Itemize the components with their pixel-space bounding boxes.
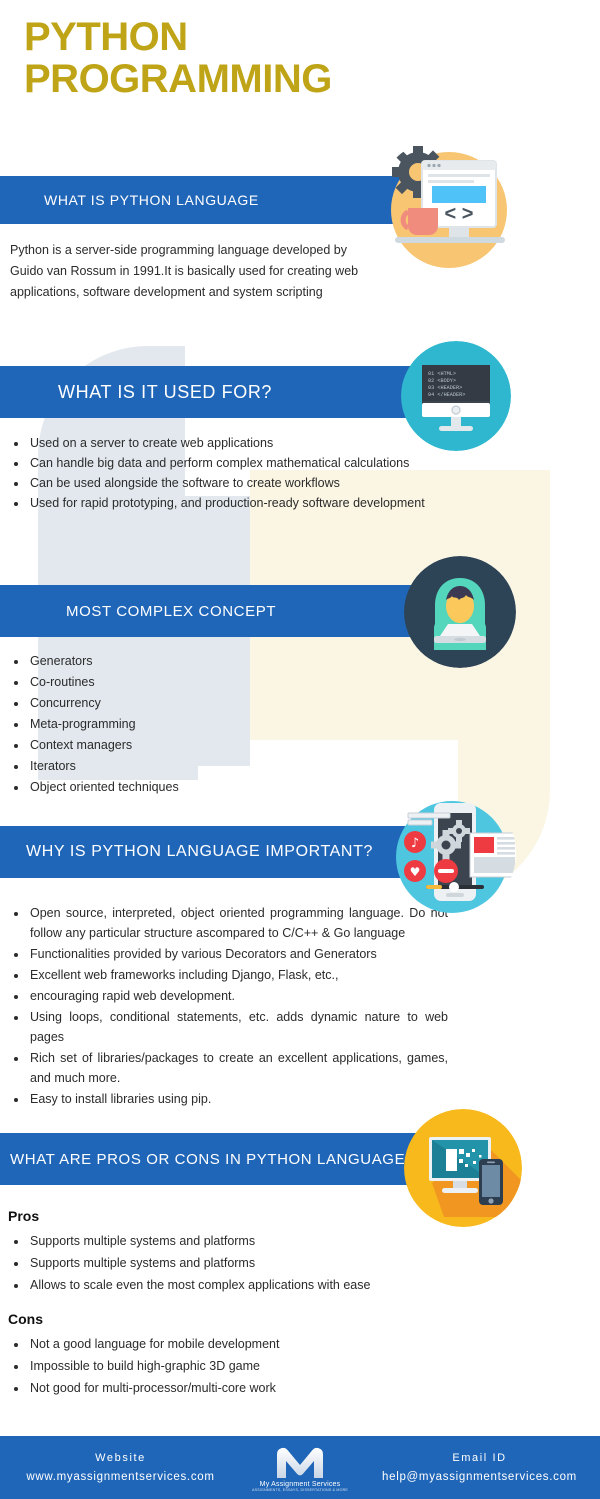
banner-label: WHAT IS IT USED FOR? xyxy=(58,381,273,402)
list-item: Excellent web frameworks including Djang… xyxy=(28,965,448,985)
list-item: Can be used alongside the software to cr… xyxy=(28,474,428,493)
pros-heading: Pros xyxy=(8,1208,40,1224)
list-item: Not good for multi-processor/multi-core … xyxy=(28,1378,498,1399)
list-item: Generators xyxy=(28,652,388,672)
section-banner-pros-or-cons: WHAT ARE PROS OR CONS IN PYTHON LANGUAGE xyxy=(0,1133,470,1185)
svg-text:♪: ♪ xyxy=(411,836,419,851)
page-title-line-1: PYTHON xyxy=(24,15,188,59)
list-item: Meta-programming xyxy=(28,715,388,735)
section-banner-most-complex-concept: MOST COMPLEX CONCEPT xyxy=(0,585,462,637)
svg-text:02 <BODY>: 02 <BODY> xyxy=(428,378,456,384)
bullet-list-what-is-it-used-for: Used on a server to create web applicati… xyxy=(0,434,428,514)
list-item: Not a good language for mobile developme… xyxy=(28,1334,498,1355)
brand-logo-name: My Assignment Services xyxy=(259,1480,341,1488)
banner-label: WHAT ARE PROS OR CONS IN PYTHON LANGUAGE xyxy=(10,1150,406,1168)
list-item: Supports multiple systems and platforms xyxy=(28,1231,498,1252)
bullet-list-why-is-python-language-important: Open source, interpreted, object oriente… xyxy=(0,903,448,1110)
page-title: PYTHON PROGRAMMING xyxy=(24,16,332,100)
list-item: Can handle big data and perform complex … xyxy=(28,454,428,473)
footer-website-value[interactable]: www.myassignmentservices.com xyxy=(0,1468,241,1487)
infographic-page: PYTHON PROGRAMMING WHAT IS PYTHON LANGUA… xyxy=(0,0,600,1499)
m-monogram-icon xyxy=(276,1447,324,1478)
list-item: Used for rapid prototyping, and producti… xyxy=(28,494,428,513)
list-item: Allows to scale even the most complex ap… xyxy=(28,1275,498,1296)
list-item: Easy to install libraries using pip. xyxy=(28,1089,448,1109)
list-item: encouraging rapid web development. xyxy=(28,986,448,1006)
desktop-html-code-icon: 01 <HTML> 02 <BODY> 03 <HEADER> 04 </HEA… xyxy=(401,341,511,451)
brand-logo: My Assignment Services ASSIGNMENTS, ESSA… xyxy=(241,1444,359,1492)
list-item: Functionalities provided by various Deco… xyxy=(28,944,448,964)
list-item: Used on a server to create web applicati… xyxy=(28,434,428,453)
mobile-app-media-icon: ♪ ♥ xyxy=(388,789,516,917)
brand-logo-tagline: ASSIGNMENTS, ESSAYS, DISSERTATIONS & MOR… xyxy=(252,1487,348,1492)
svg-text:< >: < > xyxy=(445,203,474,225)
svg-text:04 </HEADER>: 04 </HEADER> xyxy=(428,392,465,398)
list-item: Object oriented techniques xyxy=(28,778,388,798)
cons-heading: Cons xyxy=(8,1311,43,1327)
list-item: Iterators xyxy=(28,757,388,777)
page-title-line-2: PROGRAMMING xyxy=(24,57,332,101)
footer-email-label: Email ID xyxy=(452,1451,507,1464)
list-item: Rich set of libraries/packages to create… xyxy=(28,1048,448,1088)
hooded-developer-laptop-icon xyxy=(404,556,516,668)
banner-label: WHAT IS PYTHON LANGUAGE xyxy=(44,192,259,208)
page-footer: Website www.myassignmentservices.com My … xyxy=(0,1436,600,1499)
list-item: Impossible to build high-graphic 3D game xyxy=(28,1356,498,1377)
desktop-mobile-responsive-icon xyxy=(404,1109,522,1227)
banner-label: WHY IS PYTHON LANGUAGE IMPORTANT? xyxy=(26,843,373,860)
footer-email-block: Email ID help@myassignmentservices.com xyxy=(359,1449,600,1487)
bullet-list-pros: Supports multiple systems and platforms … xyxy=(0,1231,498,1297)
list-item: Concurrency xyxy=(28,694,388,714)
list-item: Open source, interpreted, object oriente… xyxy=(28,903,448,943)
monitor-code-gear-icon: < > xyxy=(375,138,515,278)
section-banner-what-is-it-used-for: WHAT IS IT USED FOR? xyxy=(0,366,468,418)
list-item: Co-routines xyxy=(28,673,388,693)
section-paragraph-what-is-python-language: Python is a server-side programming lang… xyxy=(10,243,359,299)
list-item: Supports multiple systems and platforms xyxy=(28,1253,498,1274)
list-item: Context managers xyxy=(28,736,388,756)
list-item: Using loops, conditional statements, etc… xyxy=(28,1007,448,1047)
svg-text:01 <HTML>: 01 <HTML> xyxy=(428,371,456,377)
banner-label: MOST COMPLEX CONCEPT xyxy=(66,602,277,620)
bullet-list-most-complex-concept: Generators Co-routines Concurrency Meta-… xyxy=(0,652,388,799)
footer-website-label: Website xyxy=(95,1451,146,1464)
bullet-list-cons: Not a good language for mobile developme… xyxy=(0,1334,498,1400)
footer-website-block: Website www.myassignmentservices.com xyxy=(0,1449,241,1487)
svg-text:03 <HEADER>: 03 <HEADER> xyxy=(428,385,462,391)
footer-email-value[interactable]: help@myassignmentservices.com xyxy=(359,1468,600,1487)
svg-text:♥: ♥ xyxy=(410,865,421,879)
